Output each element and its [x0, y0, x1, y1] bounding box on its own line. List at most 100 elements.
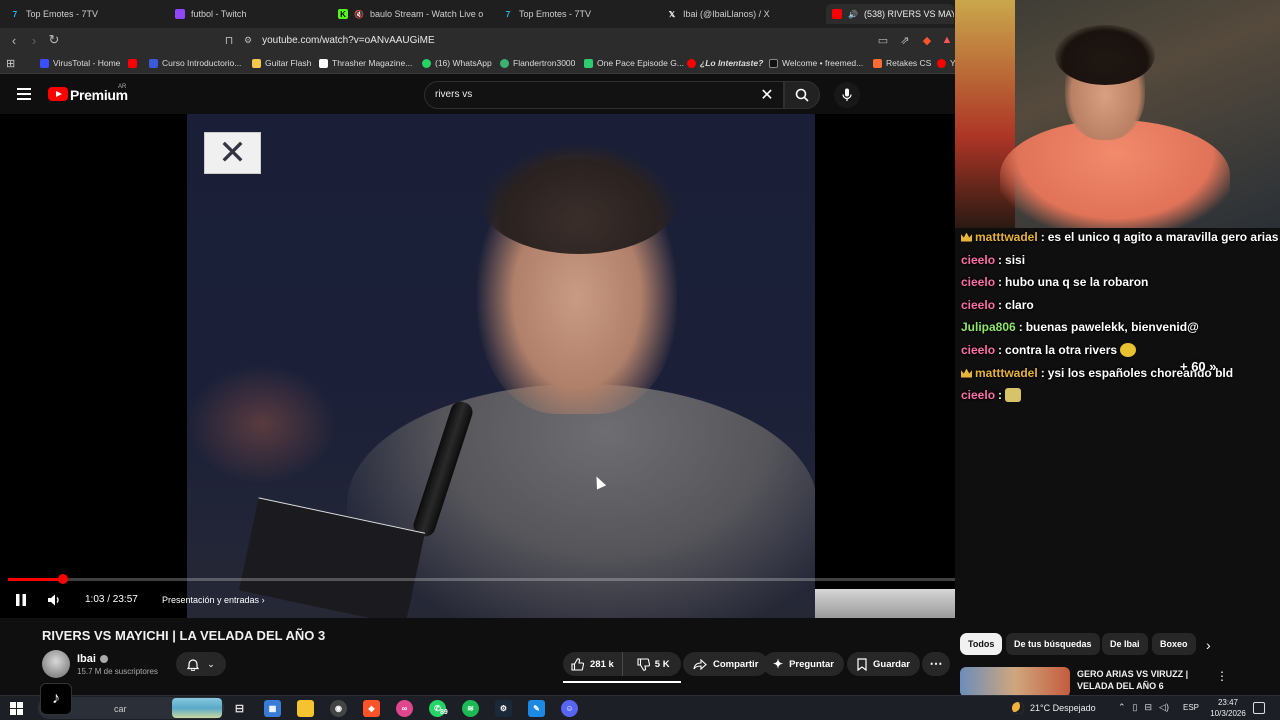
device-icon[interactable]: ▯	[1133, 702, 1138, 713]
bookmark-freemed[interactable]: Welcome • freemed...	[769, 56, 863, 70]
browser-tab[interactable]: futbol - Twitch	[175, 4, 325, 24]
windows-start-icon[interactable]	[10, 702, 23, 715]
chip-all[interactable]: Todos	[960, 633, 1003, 655]
browser-tab-active[interactable]: 🔊 (538) RIVERS VS MAYICHI | LA	[826, 4, 954, 24]
chip-from-ibai[interactable]: De Ibai	[1102, 633, 1148, 655]
address-bar[interactable]: ⚙ youtube.com/watch?v=oANvAAUGiME	[244, 30, 954, 50]
bookmark-lo-intentaste[interactable]: ¿Lo Intentaste?	[687, 56, 763, 70]
progress-bar[interactable]	[8, 574, 955, 584]
bookmark-thrasher[interactable]: Thrasher Magazine...	[319, 56, 412, 70]
like-button[interactable]: 281 k	[563, 652, 623, 676]
notifications-icon[interactable]	[1253, 702, 1265, 714]
search-highlight-image[interactable]	[172, 698, 222, 718]
brave-shield-icon[interactable]: ◆	[920, 33, 934, 47]
player-controls: 1:03 / 23:57 Presentación y entradas ›	[0, 588, 955, 612]
thumbs-down-icon	[637, 657, 650, 671]
retakes-icon	[873, 58, 882, 68]
bell-icon	[187, 658, 200, 671]
video-player[interactable]: ✕ 1:03 / 23:57 Presentación y entradas ›	[0, 114, 955, 618]
chips-next-chevron-icon[interactable]: ›	[1206, 637, 1220, 653]
back-icon[interactable]: ‹	[6, 32, 22, 48]
voice-search-button[interactable]	[834, 82, 860, 108]
bookmark-whatsapp[interactable]: (16) WhatsApp	[422, 56, 492, 70]
save-button[interactable]: Guardar	[847, 652, 920, 676]
obs-icon[interactable]: ◉	[330, 700, 347, 717]
pause-button[interactable]	[12, 590, 30, 610]
speaker-icon[interactable]: 🔊	[848, 9, 858, 19]
subscription-bell-button[interactable]: ⌄	[176, 652, 226, 676]
network-icon[interactable]: ⊟	[1145, 702, 1153, 713]
microsoft-store-icon[interactable]: ▦	[264, 700, 281, 717]
search-button[interactable]	[784, 81, 820, 109]
apps-grid-icon[interactable]: ⊞	[6, 56, 15, 70]
brave-rewards-icon[interactable]: ▲	[940, 33, 954, 47]
spotify-icon[interactable]: ≋	[462, 700, 479, 717]
ask-ai-button[interactable]: ✦ Preguntar	[763, 652, 844, 676]
background-blur	[187, 364, 337, 484]
bookmark-flandertron[interactable]: Flandertron3000	[500, 56, 575, 70]
chapter-button[interactable]: Presentación y entradas ›	[162, 595, 265, 605]
clear-search-icon[interactable]: ✕	[757, 85, 777, 105]
chat-text: hubo una q se la robaron	[1005, 275, 1149, 289]
weather-widget[interactable]: 21°C Despejado	[1012, 702, 1096, 714]
install-app-icon[interactable]: ▭	[876, 33, 890, 47]
volume-icon[interactable]: ◁)	[1159, 702, 1169, 713]
search-box[interactable]: rivers vs ✕	[424, 81, 784, 109]
forward-icon[interactable]: ›	[26, 32, 42, 48]
dislike-button[interactable]: 5 K	[629, 652, 678, 676]
bookmark-youtube[interactable]	[128, 56, 137, 70]
progress-scrubber[interactable]	[58, 574, 68, 584]
tool-icon[interactable]: ✎	[528, 700, 545, 717]
chip-label: De Ibai	[1110, 639, 1140, 649]
recommendation-menu-icon[interactable]: ⋮	[1216, 669, 1228, 683]
share-arrow-icon	[693, 658, 707, 670]
file-explorer-icon[interactable]	[297, 700, 314, 717]
bookmark-guitar-flash[interactable]: Guitar Flash	[252, 56, 311, 70]
recommendation-title[interactable]: GERO ARIAS VS VIRUZZ | VELADA DEL AÑO 6	[1077, 668, 1207, 692]
language-indicator[interactable]: ESP	[1183, 703, 1199, 712]
chip-from-searches[interactable]: De tus búsquedas	[1006, 633, 1100, 655]
region-code: AR	[118, 84, 127, 90]
browser-tab[interactable]: 7 Top Emotes - 7TV	[10, 4, 160, 24]
chat-separator: :	[998, 253, 1003, 267]
browser-tab[interactable]: 7 Top Emotes - 7TV	[503, 4, 653, 24]
volume-button[interactable]	[45, 590, 65, 610]
search-input[interactable]: rivers vs	[435, 89, 472, 100]
pause-icon	[16, 594, 26, 606]
bookmark-youtube-2[interactable]: Y	[937, 56, 956, 70]
streamer-webcam	[955, 0, 1280, 228]
browser-tab[interactable]: K 🔇 baulo Stream - Watch Live on Kick	[338, 4, 483, 24]
weather-text: 21°C Despejado	[1030, 703, 1096, 713]
video-frame[interactable]	[187, 114, 815, 618]
tiktok-icon[interactable]: ♪	[40, 683, 72, 715]
tab-title: baulo Stream - Watch Live on Kick	[370, 9, 483, 19]
bookmark-icon[interactable]: ⊓	[222, 33, 236, 47]
share-icon[interactable]: ⇗	[898, 33, 912, 47]
bookmark-curso[interactable]: Curso Introductorio...	[149, 56, 241, 70]
bookmark-virustotal[interactable]: VirusTotal - Home	[40, 56, 120, 70]
task-view-icon[interactable]: ⊟	[231, 700, 248, 717]
muted-speaker-icon[interactable]: 🔇	[354, 9, 364, 19]
channel-name[interactable]: Ibai	[77, 653, 108, 665]
bookmark-one-pace[interactable]: One Pace Episode G...	[584, 56, 684, 70]
browser-tab[interactable]: 𝕏 Ibai (@IbaiLlanos) / X	[667, 4, 817, 24]
reload-icon[interactable]: ↻	[46, 32, 62, 48]
chevron-up-icon[interactable]: ⌃	[1118, 702, 1126, 713]
youtube-logo-icon[interactable]	[48, 87, 68, 101]
share-button[interactable]: Compartir	[683, 652, 769, 676]
site-info-icon[interactable]: ⚙	[244, 35, 252, 46]
brave-browser-icon[interactable]: ◆	[363, 700, 380, 717]
bookmark-retakes[interactable]: Retakes CS	[873, 56, 931, 70]
channel-avatar[interactable]	[42, 650, 70, 678]
chip-boxing[interactable]: Boxeo	[1152, 633, 1196, 655]
channel-name-text: Ibai	[77, 653, 96, 665]
chat-username: cieelo	[961, 298, 996, 312]
discord-icon[interactable]: ☺	[561, 700, 578, 717]
clock[interactable]: 23:47 10/3/2026	[1208, 697, 1248, 719]
recommendation-thumbnail[interactable]	[960, 667, 1070, 697]
hamburger-menu-icon[interactable]	[17, 88, 31, 100]
steam-icon[interactable]: ⚙	[495, 700, 512, 717]
app-circle-icon[interactable]: ∞	[396, 700, 413, 717]
more-actions-button[interactable]: ⋯	[922, 652, 950, 676]
chat-text: sisi	[1005, 253, 1026, 267]
